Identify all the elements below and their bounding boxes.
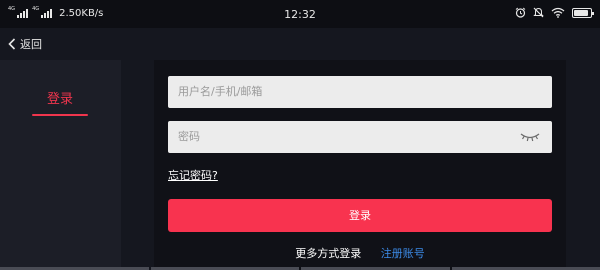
status-bar: 4G 4G 2.50KB/s 12:32	[0, 0, 600, 28]
alarm-icon	[515, 7, 526, 18]
tab-active-indicator	[32, 114, 88, 116]
chevron-left-icon	[8, 38, 16, 50]
battery-fill	[574, 9, 588, 16]
more-login-link[interactable]: 更多方式登录	[295, 247, 361, 260]
login-form: 用户名/手机/邮箱 密码 忘记密码? 登录 更多方式登录 注册账号	[154, 60, 566, 270]
tab-login[interactable]: 登录	[32, 88, 88, 116]
back-label: 返回	[20, 38, 42, 51]
tab-login-label: 登录	[46, 92, 73, 107]
login-button[interactable]: 登录	[168, 199, 552, 232]
forgot-password-link[interactable]: 忘记密码?	[168, 167, 218, 183]
title-bar: 返回	[0, 28, 600, 60]
password-input[interactable]: 密码	[168, 121, 552, 153]
password-placeholder: 密码	[178, 130, 200, 143]
status-time: 12:32	[284, 8, 316, 21]
bottom-links: 更多方式登录 注册账号	[154, 245, 566, 261]
back-button[interactable]: 返回	[8, 36, 42, 52]
register-link[interactable]: 注册账号	[381, 247, 425, 260]
left-panel: 登录	[0, 60, 121, 270]
eye-closed-icon[interactable]	[520, 130, 540, 143]
status-right	[515, 7, 594, 18]
mute-icon	[533, 7, 544, 18]
username-placeholder: 用户名/手机/邮箱	[178, 85, 263, 98]
battery-icon	[572, 7, 594, 18]
username-input[interactable]: 用户名/手机/邮箱	[168, 76, 552, 108]
wifi-icon	[551, 7, 565, 18]
